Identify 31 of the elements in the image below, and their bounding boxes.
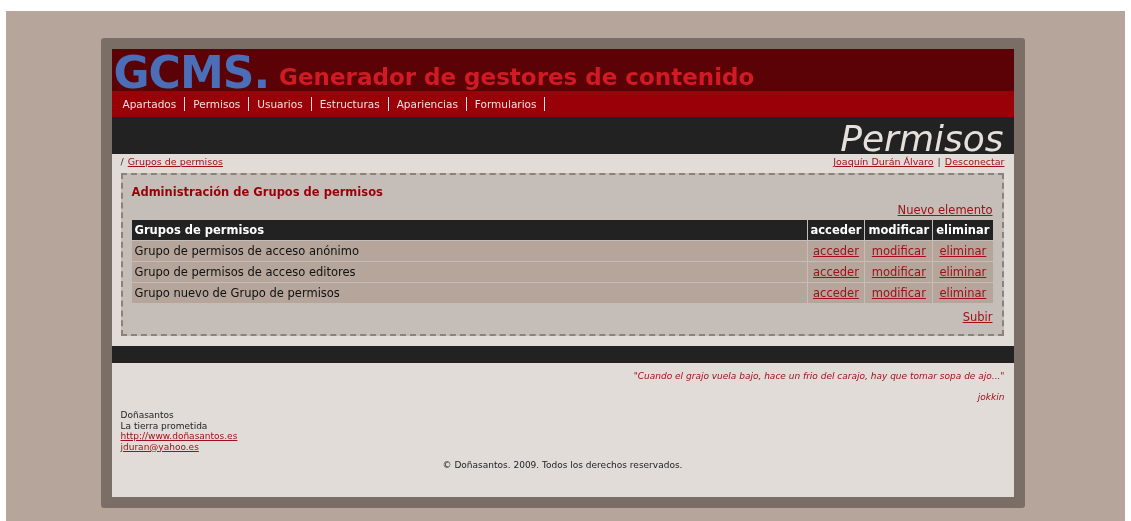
nav-link[interactable]: Usuarios bbox=[249, 97, 312, 111]
contact-link[interactable]: http://www.doñasantos.es bbox=[120, 431, 238, 441]
nav-link[interactable]: Apariencias bbox=[388, 97, 467, 111]
quote: "Cuando el grajo vuela bajo, hace un frio del carajo, hay que tomar sopa de ajo..." bbox=[632, 371, 1005, 381]
contact-link[interactable]: jduran@yahoo.es bbox=[120, 441, 199, 452]
contact-text: La tierra prometida bbox=[120, 420, 208, 431]
breadcrumb-link[interactable]: Grupos de permisos bbox=[127, 156, 223, 167]
nav-link[interactable]: Permisos bbox=[185, 97, 250, 111]
table-cell: Grupo de permisos de acceso editores bbox=[131, 261, 807, 283]
new-element-link[interactable]: Nuevo elemento bbox=[897, 203, 993, 217]
quote-author: jokkin bbox=[976, 392, 1005, 402]
nav-link[interactable]: Formularios bbox=[466, 97, 546, 111]
separator: | bbox=[937, 156, 941, 167]
table-cell: Grupo de permisos de acceso anónimo bbox=[131, 240, 807, 262]
breadcrumb-separator: / bbox=[120, 156, 124, 167]
section-title: Permisos bbox=[840, 121, 1004, 154]
column-header: Grupos de permisos bbox=[131, 220, 807, 241]
copyright: © Doñasantos. 2009. Todos los derechos reservados. bbox=[442, 460, 683, 470]
user-link[interactable]: Joaquín Durán Álvaro bbox=[833, 156, 934, 167]
panel-title: Administración de Grupos de permisos bbox=[131, 185, 384, 199]
logo: GCMS. bbox=[113, 55, 270, 91]
column-header: eliminar bbox=[932, 220, 993, 241]
nav-link[interactable]: Apartados bbox=[114, 97, 186, 111]
tagline: Generador de gestores de contenido bbox=[279, 63, 755, 91]
column-header: acceder bbox=[807, 220, 865, 241]
contact-text: Doñasantos bbox=[120, 410, 174, 420]
table-cell: Grupo nuevo de Grupo de permisos bbox=[131, 282, 807, 303]
up-link[interactable]: Subir bbox=[962, 310, 993, 324]
nav-link[interactable]: Estructuras bbox=[311, 97, 389, 111]
logout-link[interactable]: Desconectar bbox=[944, 156, 1005, 167]
column-header: modificar bbox=[864, 220, 933, 241]
